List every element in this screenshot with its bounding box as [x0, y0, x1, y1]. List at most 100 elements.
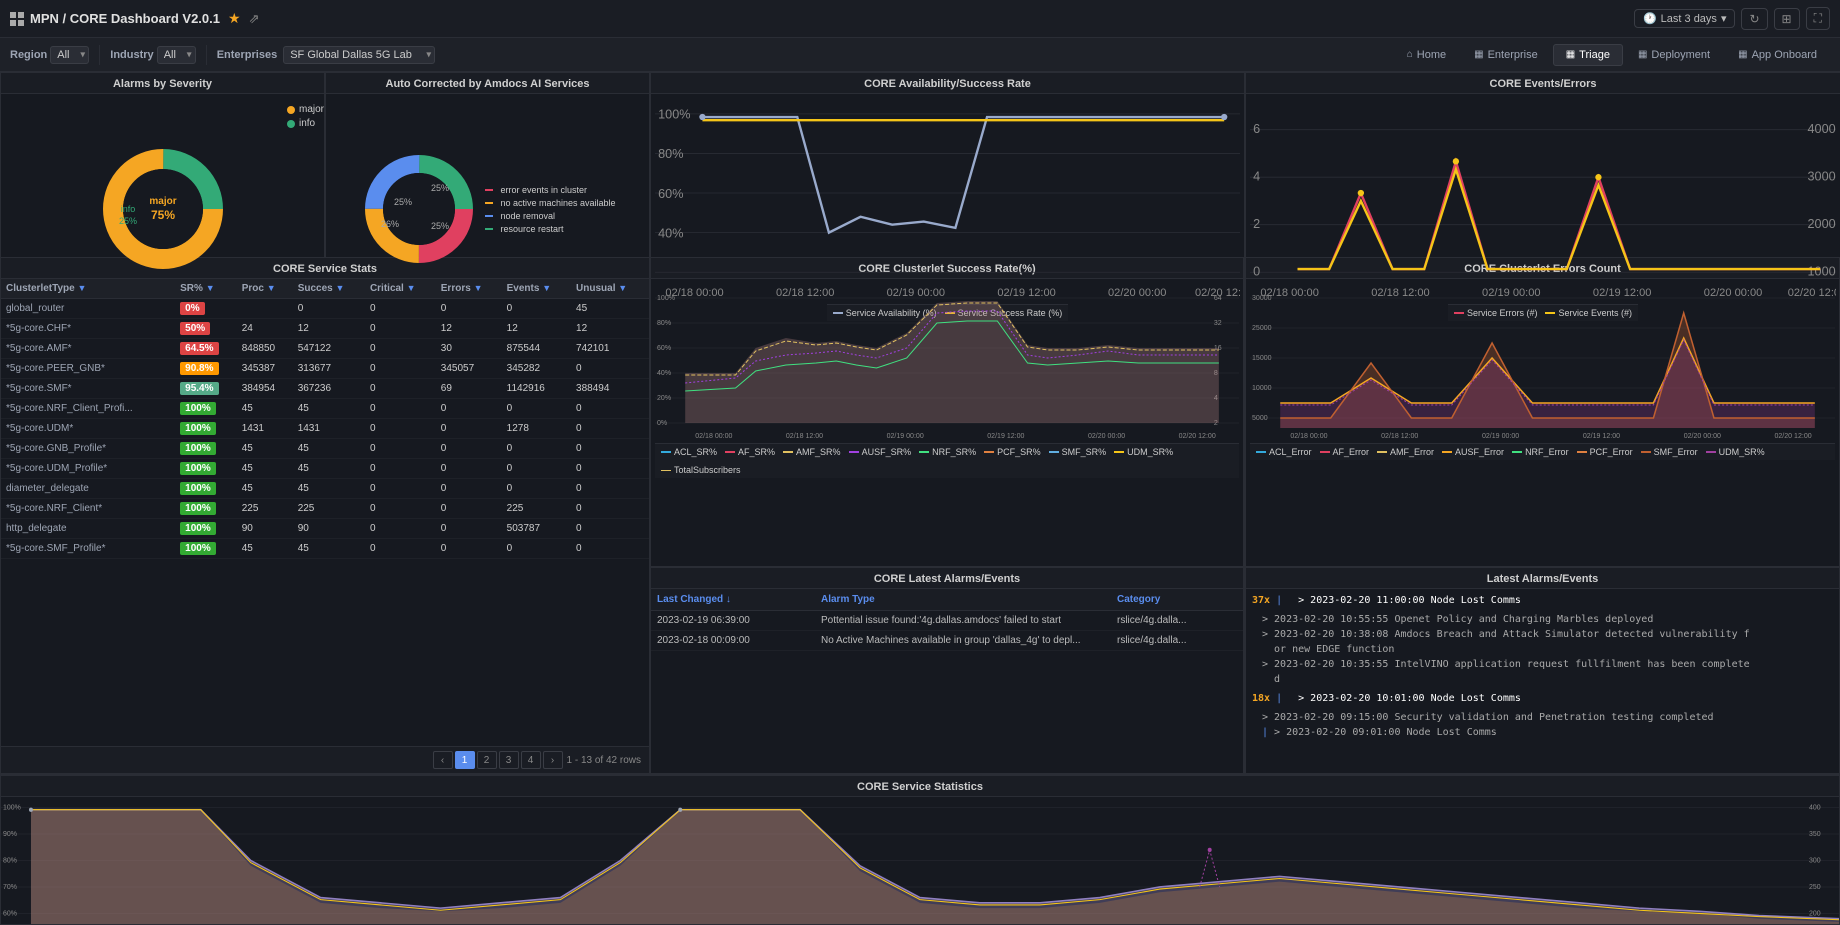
- table-row: *5g-core.GNB_Profile* 100% 45 45 0 0 0 0: [1, 439, 649, 459]
- prev-page[interactable]: ‹: [433, 751, 453, 769]
- screen-button[interactable]: ⛶: [1806, 7, 1830, 30]
- cell-events: 0: [502, 459, 571, 479]
- cell-sr: 64.5%: [175, 339, 237, 359]
- svg-text:4: 4: [1253, 169, 1260, 183]
- cell-unusual: 0: [571, 499, 649, 519]
- tab-triage[interactable]: ▦ Triage: [1553, 44, 1623, 66]
- svg-text:100%: 100%: [657, 295, 675, 302]
- zoom-button[interactable]: ⊞: [1774, 8, 1800, 30]
- events-log-body[interactable]: 37x | > 2023-02-20 11:00:00 Node Lost Co…: [1246, 589, 1839, 773]
- th-critical[interactable]: Critical ▼: [365, 279, 436, 299]
- region-select[interactable]: All: [50, 46, 89, 64]
- cell-name: http_delegate: [1, 519, 175, 539]
- tab-home[interactable]: ⌂ Home: [1394, 44, 1459, 66]
- topbar-right: 🕐 Last 3 days ▾ ↻ ⊞ ⛶: [1634, 7, 1830, 30]
- industry-select[interactable]: All: [157, 46, 196, 64]
- leg-amf-sr: AMF_SR%: [783, 447, 841, 457]
- leg-af-err: AF_Error: [1320, 447, 1370, 457]
- svg-text:200: 200: [1809, 908, 1821, 917]
- share-icon[interactable]: ⇗: [249, 11, 260, 27]
- alarms-body[interactable]: 2023-02-19 06:39:00 Pottential issue fou…: [651, 611, 1243, 773]
- tab-deployment[interactable]: ▦ Deployment: [1625, 44, 1723, 66]
- events-svg: 6 4 2 0 40000 30000 20000 10000: [1250, 98, 1836, 304]
- auto-corrected-title: Auto Corrected by Amdocs AI Services: [326, 73, 649, 94]
- latest-alarms-title: CORE Latest Alarms/Events: [651, 568, 1243, 589]
- time-range-selector[interactable]: 🕐 Last 3 days ▾: [1634, 9, 1736, 28]
- enterprises-select[interactable]: SF Global Dallas 5G Lab: [283, 46, 435, 64]
- pagination[interactable]: ‹ 1 2 3 4 ›: [433, 751, 563, 769]
- star-icon[interactable]: ★: [228, 10, 241, 27]
- cell-succes: 45: [293, 459, 365, 479]
- th-sr[interactable]: SR% ▼: [175, 279, 237, 299]
- cell-name: *5g-core.NRF_Client*: [1, 499, 175, 519]
- th-proc[interactable]: Proc ▼: [237, 279, 293, 299]
- svg-text:02/20 00:00: 02/20 00:00: [1704, 287, 1763, 299]
- tab-enterprise[interactable]: ▦ Enterprise: [1461, 44, 1551, 66]
- cell-critical: 0: [365, 479, 436, 499]
- svg-text:80%: 80%: [3, 855, 18, 864]
- next-page[interactable]: ›: [543, 751, 563, 769]
- page-1[interactable]: 1: [455, 751, 475, 769]
- core-events-title: CORE Events/Errors: [1246, 73, 1840, 94]
- industry-select-wrap[interactable]: All: [157, 46, 196, 64]
- cell-proc: 345387: [237, 359, 293, 379]
- svg-text:40%: 40%: [658, 226, 683, 240]
- clock-icon: 🕐: [1643, 12, 1657, 25]
- cell-succes: 45: [293, 399, 365, 419]
- cell-unusual: 742101: [571, 339, 649, 359]
- th-errors[interactable]: Errors ▼: [436, 279, 502, 299]
- region-select-wrap[interactable]: All: [50, 46, 89, 64]
- page-4[interactable]: 4: [521, 751, 541, 769]
- cell-critical: 0: [365, 339, 436, 359]
- leg-ausf-sr: AUSF_SR%: [849, 447, 912, 457]
- service-stats-table-wrap[interactable]: ClusterletType ▼ SR% ▼ Proc ▼ Succes ▼ C…: [1, 279, 649, 746]
- cell-errors: 0: [436, 539, 502, 559]
- cell-unusual: 0: [571, 459, 649, 479]
- event-line-4: > 2023-02-20 10:35:55 IntelVINO applicat…: [1252, 657, 1833, 672]
- cell-succes: 367236: [293, 379, 365, 399]
- th-events[interactable]: Events ▼: [502, 279, 571, 299]
- svg-text:10000: 10000: [1252, 385, 1272, 392]
- svg-text:60%: 60%: [658, 187, 683, 201]
- cell-events: 0: [502, 439, 571, 459]
- legend-info: info: [287, 118, 324, 129]
- event-group-2: 18x | > 2023-02-20 10:01:00 Node Lost Co…: [1252, 691, 1833, 706]
- rows-count: 1 - 13 of 42 rows: [567, 755, 641, 766]
- legend-error-events: error events in cluster: [485, 185, 615, 195]
- page-2[interactable]: 2: [477, 751, 497, 769]
- cell-errors: 0: [436, 519, 502, 539]
- svg-text:75%: 75%: [150, 208, 174, 222]
- filter-divider-2: [206, 45, 207, 65]
- app-title: MPN / CORE Dashboard V2.0.1: [30, 11, 220, 26]
- refresh-button[interactable]: ↻: [1741, 8, 1767, 30]
- svg-text:60%: 60%: [3, 908, 18, 917]
- enterprises-select-wrap[interactable]: SF Global Dallas 5G Lab: [283, 46, 435, 64]
- cell-unusual: 0: [571, 439, 649, 459]
- legend-major: major: [287, 104, 324, 115]
- legend-node-removal: node removal: [485, 211, 615, 221]
- nav-tabs: ⌂ Home ▦ Enterprise ▦ Triage ▦ Deploymen…: [1394, 44, 1830, 66]
- cell-errors: 0: [436, 399, 502, 419]
- th-succes[interactable]: Succes ▼: [293, 279, 365, 299]
- cell-critical: 0: [365, 359, 436, 379]
- page-3[interactable]: 3: [499, 751, 519, 769]
- alarm-row-1: 2023-02-19 06:39:00 Pottential issue fou…: [651, 611, 1243, 631]
- cell-events: 225: [502, 499, 571, 519]
- service-stats-panel: CORE Service Stats ClusterletType ▼ SR% …: [0, 257, 650, 774]
- alarm-col-category: Category: [1117, 594, 1237, 605]
- bottom-chart-body: 100% 90% 80% 70% 60% 400 350 300 250 200: [1, 797, 1839, 924]
- table-row: *5g-core.SMF* 95.4% 384954 367236 0 69 1…: [1, 379, 649, 399]
- industry-label: Industry: [110, 49, 153, 61]
- th-clusterlet[interactable]: ClusterletType ▼: [1, 279, 175, 299]
- tab-app-onboard[interactable]: ▦ App Onboard: [1725, 44, 1830, 66]
- deployment-icon: ▦: [1638, 49, 1647, 60]
- event-line-3: or new EDGE function: [1252, 642, 1833, 657]
- cell-errors: 30: [436, 339, 502, 359]
- cell-proc: 45: [237, 539, 293, 559]
- core-availability-title: CORE Availability/Success Rate: [651, 73, 1244, 94]
- event-group-1: 37x | > 2023-02-20 11:00:00 Node Lost Co…: [1252, 593, 1833, 608]
- bottom-chart-panel: CORE Service Statistics 100% 90% 80% 70%…: [0, 775, 1840, 925]
- th-unusual[interactable]: Unusual ▼: [571, 279, 649, 299]
- industry-filter: Industry All: [110, 46, 195, 64]
- cell-proc: 1431: [237, 419, 293, 439]
